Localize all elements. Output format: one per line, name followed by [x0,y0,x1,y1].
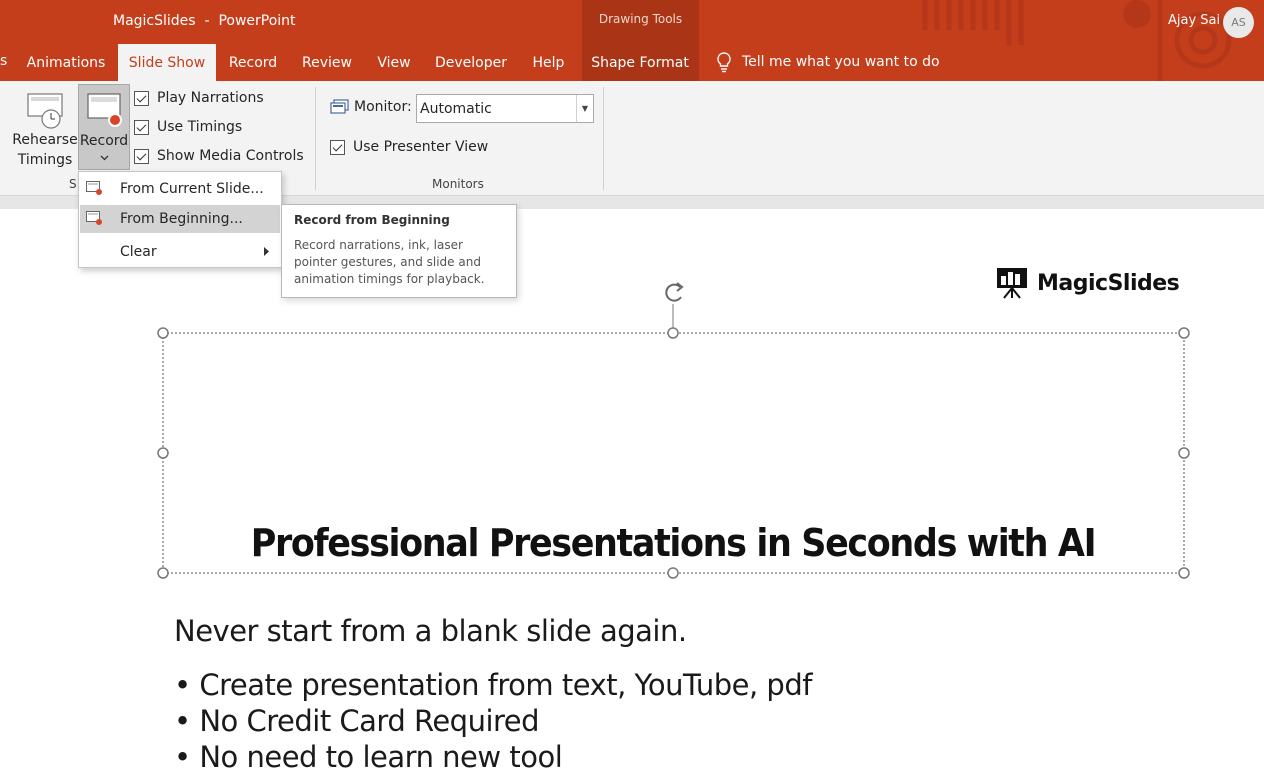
dropdown-arrow-icon[interactable]: ▼ [576,95,593,122]
avatar[interactable]: AS [1223,7,1254,38]
rehearse-timings-icon [27,93,63,129]
menu-item-label: From Current Slide... [120,181,264,197]
use-timings-checkbox[interactable]: Use Timings [134,119,242,135]
slide-bullet[interactable]: • No need to learn new tool [174,740,563,774]
tab-animations[interactable]: Animations [22,44,110,81]
title-bar: Drawing Tools MagicSlides - PowerPoint A… [0,0,1264,81]
tooltip-body: Record narrations, ink, laser pointer ge… [294,238,485,286]
record-dropdown-menu: From Current Slide... From Beginning... … [78,171,282,268]
tab-developer[interactable]: Developer [431,44,511,81]
tab-record[interactable]: Record [223,44,283,81]
record-slide-icon [86,211,102,225]
play-narrations-label: Play Narrations [157,90,264,106]
setup-group-label: S [69,177,77,191]
tab-slide-show[interactable]: Slide Show [118,44,216,81]
rehearse-label-line2: Timings [17,152,73,168]
menu-item-from-beginning[interactable]: From Beginning... [80,205,280,233]
show-media-controls-label: Show Media Controls [157,148,304,164]
tab-view[interactable]: View [371,44,417,81]
chevron-down-icon [100,155,109,161]
tab-partial[interactable]: s [0,53,7,69]
tooltip-title: Record from Beginning [294,213,450,227]
slide-title[interactable]: Professional Presentations in Seconds wi… [204,521,1142,565]
slide-intro-text[interactable]: Never start from a blank slide again. [174,614,687,648]
tooltip: Record from Beginning Record narrations,… [281,204,517,298]
checkbox-checked-icon [134,119,149,135]
record-slide-icon [86,181,102,195]
record-slide-icon [87,93,122,127]
tab-help[interactable]: Help [526,44,571,81]
drawing-tools-label: Drawing Tools [598,12,683,26]
checkbox-checked-icon [134,90,149,106]
tell-me-search[interactable]: Tell me what you want to do [716,49,940,75]
monitor-select[interactable]: Automatic ▼ [416,94,594,123]
presenter-view-label: Use Presenter View [353,139,489,155]
submenu-arrow-icon [264,247,269,256]
tab-shape-format[interactable]: Shape Format [588,44,692,81]
monitor-icon [330,99,349,114]
monitor-label: Monitor: [354,99,412,115]
checkbox-checked-icon [134,148,149,164]
tab-review[interactable]: Review [298,44,356,81]
checkbox-checked-icon [330,139,345,155]
tell-me-text: Tell me what you want to do [742,54,940,70]
user-name[interactable]: Ajay Sai [1168,13,1220,28]
record-label: Record [79,133,129,149]
menu-item-label: Clear [120,244,157,260]
menu-item-label: From Beginning... [120,211,243,227]
play-narrations-checkbox[interactable]: Play Narrations [134,90,264,106]
group-divider [315,87,316,190]
rehearse-label: Rehearse Timings [12,130,78,170]
lightbulb-icon [717,52,731,73]
show-media-controls-checkbox[interactable]: Show Media Controls [134,148,304,164]
rehearse-label-line1: Rehearse [12,132,78,148]
record-button[interactable]: Record [78,84,130,170]
slide-bullet[interactable]: • Create presentation from text, YouTube… [174,668,812,702]
use-timings-label: Use Timings [157,119,243,135]
menu-item-from-current-slide[interactable]: From Current Slide... [80,175,280,203]
monitors-group-label: Monitors [432,177,484,191]
presenter-view-checkbox[interactable]: Use Presenter View [330,139,488,155]
group-divider [603,87,604,190]
menu-item-clear[interactable]: Clear [80,238,280,266]
monitor-value: Automatic [420,101,492,117]
window-title: MagicSlides - PowerPoint [113,13,296,29]
slide-bullet[interactable]: • No Credit Card Required [174,704,540,738]
slide-canvas[interactable]: MagicSlides Professional Presentations i… [0,209,1264,778]
